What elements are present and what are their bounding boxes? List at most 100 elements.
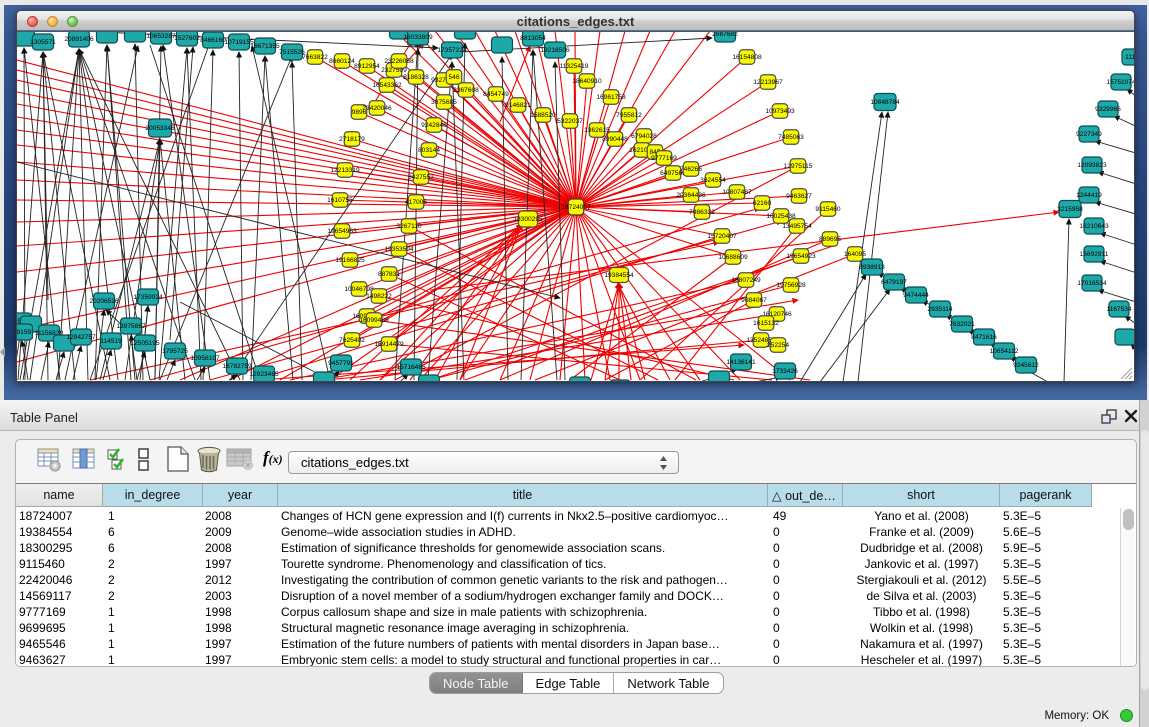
svg-text:20364436: 20364436 <box>676 192 706 199</box>
svg-text:23420046: 23420046 <box>362 105 392 112</box>
svg-text:1733426: 1733426 <box>772 368 798 375</box>
svg-text:746266: 746266 <box>680 166 702 173</box>
svg-text:10958107: 10958107 <box>190 355 220 362</box>
svg-text:10848784: 10848784 <box>870 99 900 106</box>
svg-text:1498222: 1498222 <box>366 293 392 300</box>
svg-text:10688609: 10688609 <box>718 254 748 261</box>
svg-text:12975115: 12975115 <box>784 163 813 170</box>
svg-text:1167534: 1167534 <box>1106 306 1132 313</box>
svg-text:8454749: 8454749 <box>483 91 509 98</box>
svg-text:18724007: 18724007 <box>561 204 591 211</box>
svg-text:6794028: 6794028 <box>631 133 657 140</box>
svg-text:12942757: 12942757 <box>66 334 96 341</box>
svg-text:10973493: 10973493 <box>765 108 795 115</box>
svg-text:889695: 889695 <box>819 236 841 243</box>
svg-text:1117: 1117 <box>1125 54 1134 61</box>
svg-text:9457791: 9457791 <box>328 360 354 367</box>
svg-text:3215958: 3215958 <box>1057 206 1083 213</box>
svg-text:10046798: 10046798 <box>344 286 374 293</box>
svg-text:16154808: 16154808 <box>732 54 762 61</box>
svg-text:18300295: 18300295 <box>513 216 543 223</box>
svg-text:9777169: 9777169 <box>651 155 677 162</box>
svg-text:20891406: 20891406 <box>64 36 94 43</box>
svg-text:12213319: 12213319 <box>330 167 360 174</box>
svg-text:887831: 887831 <box>378 271 400 278</box>
svg-text:1615132: 1615132 <box>753 320 779 327</box>
svg-text:9227349: 9227349 <box>1076 131 1102 138</box>
svg-text:3267110: 3267110 <box>396 223 422 230</box>
svg-text:7955812: 7955812 <box>616 112 642 119</box>
svg-text:39159: 39159 <box>17 329 31 336</box>
svg-text:16210643: 16210643 <box>1079 223 1109 230</box>
svg-text:16961758: 16961758 <box>596 94 626 101</box>
svg-text:2367608: 2367608 <box>453 87 479 94</box>
svg-text:10807487: 10807487 <box>722 189 752 196</box>
svg-text:9463627: 9463627 <box>786 193 812 200</box>
svg-text:9245612: 9245612 <box>1013 362 1039 369</box>
svg-text:1610755: 1610755 <box>327 197 353 204</box>
svg-text:9146821: 9146821 <box>505 102 531 109</box>
svg-text:6479197: 6479197 <box>881 279 907 286</box>
svg-text:23226058: 23226058 <box>384 58 414 65</box>
svg-text:10653287: 10653287 <box>146 33 176 40</box>
svg-text:3875685: 3875685 <box>431 99 457 106</box>
svg-text:19654923: 19654923 <box>786 253 816 260</box>
svg-text:16543362: 16543362 <box>372 82 402 89</box>
svg-text:7663822: 7663822 <box>302 54 328 61</box>
svg-text:20053346: 20053346 <box>145 125 175 132</box>
svg-text:252254: 252254 <box>767 342 789 349</box>
svg-text:7632021: 7632021 <box>949 321 975 328</box>
svg-text:3624554: 3624554 <box>700 177 726 184</box>
svg-text:15692911: 15692911 <box>1080 251 1109 258</box>
svg-text:16914479: 16914479 <box>374 341 404 348</box>
svg-text:1244419: 1244419 <box>1076 192 1102 199</box>
svg-text:13975867: 13975867 <box>116 323 146 330</box>
svg-text:19384554: 19384554 <box>604 272 634 279</box>
svg-text:11325419: 11325419 <box>560 63 589 70</box>
svg-text:12213967: 12213967 <box>753 79 783 86</box>
svg-text:546: 546 <box>448 74 459 81</box>
svg-text:8938913: 8938913 <box>859 264 885 271</box>
svg-text:17357224: 17357224 <box>437 47 467 54</box>
svg-text:1527602: 1527602 <box>174 35 200 42</box>
svg-text:2718179: 2718179 <box>339 136 365 143</box>
svg-text:9242848: 9242848 <box>421 122 447 129</box>
svg-text:7485063: 7485063 <box>778 134 804 141</box>
svg-text:20206526: 20206526 <box>89 298 119 305</box>
svg-text:8813054: 8813054 <box>520 35 546 42</box>
svg-text:15720407: 15720407 <box>707 233 737 240</box>
svg-text:8660124: 8660124 <box>329 58 355 65</box>
svg-text:9329966: 9329966 <box>1095 106 1121 113</box>
svg-text:1362615: 1362615 <box>584 127 610 134</box>
svg-text:12505195: 12505195 <box>130 340 160 347</box>
svg-text:12093823: 12093823 <box>1077 162 1107 169</box>
svg-text:19218506: 19218506 <box>540 47 570 54</box>
svg-text:18640910: 18640910 <box>572 78 602 85</box>
svg-text:10654112: 10654112 <box>990 348 1019 355</box>
svg-text:15751074: 15751074 <box>1106 79 1134 86</box>
svg-text:14136141: 14136141 <box>726 359 756 366</box>
svg-text:13495754: 13495754 <box>782 223 812 230</box>
svg-text:164095: 164095 <box>844 251 866 258</box>
svg-text:114519: 114519 <box>100 338 122 345</box>
svg-text:5322037: 5322037 <box>557 118 583 125</box>
svg-text:17016534: 17016534 <box>1077 280 1107 287</box>
svg-text:19756928: 19756928 <box>776 282 806 289</box>
svg-text:62160: 62160 <box>753 200 772 207</box>
svg-text:7625402: 7625402 <box>339 337 365 344</box>
svg-text:12923465: 12923465 <box>249 371 279 378</box>
svg-text:19654963: 19654963 <box>327 228 357 235</box>
svg-text:8912954: 8912954 <box>354 63 380 70</box>
svg-text:16782759: 16782759 <box>222 363 252 370</box>
svg-text:19166825: 19166825 <box>335 257 365 264</box>
svg-text:417006: 417006 <box>405 199 427 206</box>
svg-text:8471616: 8471616 <box>971 334 997 341</box>
svg-text:1588520: 1588520 <box>530 112 556 119</box>
svg-text:9474444: 9474444 <box>903 292 929 299</box>
svg-text:7986322: 7986322 <box>689 209 715 216</box>
svg-text:8186328: 8186328 <box>403 74 429 81</box>
svg-text:9084067: 9084067 <box>741 297 767 304</box>
svg-text:2687682: 2687682 <box>712 32 738 38</box>
svg-text:803144: 803144 <box>418 147 440 154</box>
svg-text:8466160: 8466160 <box>200 37 226 44</box>
